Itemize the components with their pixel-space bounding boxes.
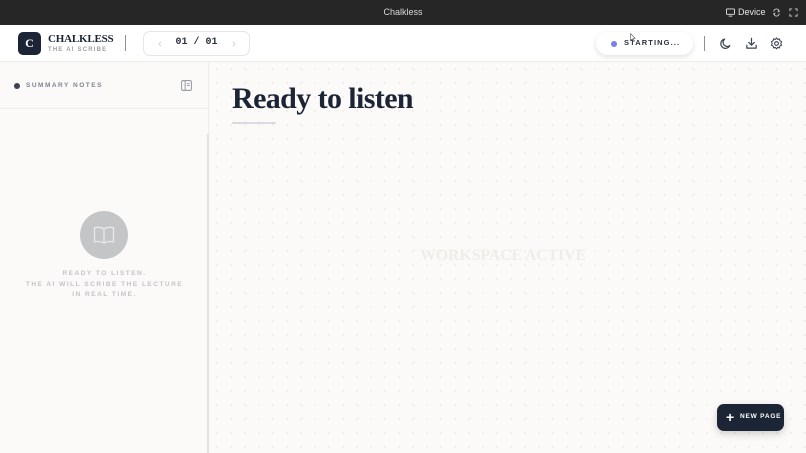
panel-icon[interactable] — [181, 80, 192, 91]
brand-name: CHALKLESS — [48, 33, 114, 45]
sidebar-header: SUMMARY NOTES — [0, 62, 209, 109]
window-title-bar: Chalkless Device — [0, 0, 806, 25]
brand-tagline: THE AI SCRIBE — [48, 47, 108, 53]
brand: CHALKLESS THE AI SCRIBE — [48, 33, 114, 53]
new-page-label: NEW PAGE — [740, 413, 782, 420]
device-button[interactable]: Device — [726, 0, 766, 25]
title-underline — [232, 122, 276, 124]
status-badge: STARTING... — [596, 32, 693, 55]
chevron-right-icon[interactable]: › — [229, 38, 239, 50]
status-dot — [611, 41, 617, 47]
empty-state-badge — [80, 211, 128, 259]
mouse-cursor-icon — [630, 33, 636, 42]
page-navigator: ‹ 01 / 01 › — [143, 31, 250, 56]
new-page-button[interactable]: + NEW PAGE — [717, 404, 784, 431]
empty-line-3: IN REAL TIME. — [72, 291, 137, 298]
workspace-watermark: WORKSPACE ACTIVE — [420, 247, 586, 264]
download-icon[interactable] — [745, 37, 758, 50]
empty-line-1: READY TO LISTEN. — [62, 270, 147, 277]
sidebar-section-label: SUMMARY NOTES — [26, 82, 103, 89]
summary-sidebar: SUMMARY NOTES READY TO LISTEN. THE AI WI… — [0, 62, 209, 453]
monitor-icon — [726, 8, 735, 17]
plus-icon: + — [726, 409, 735, 425]
window-title: Chalkless — [383, 7, 423, 17]
sync-icon[interactable] — [772, 8, 781, 17]
empty-state-message: READY TO LISTEN. THE AI WILL SCRIBE THE … — [0, 269, 209, 301]
app-header: C CHALKLESS THE AI SCRIBE ‹ 01 / 01 › ST… — [0, 25, 806, 62]
workspace-canvas[interactable]: Ready to listen WORKSPACE ACTIVE + NEW P… — [210, 62, 806, 453]
book-open-icon — [93, 226, 115, 244]
header-divider-right — [704, 36, 705, 51]
device-label: Device — [738, 7, 766, 17]
app-logo: C — [18, 32, 41, 55]
fullscreen-icon[interactable] — [789, 8, 798, 17]
section-dot — [14, 83, 20, 89]
gear-icon[interactable] — [770, 37, 783, 50]
page-title: Ready to listen — [232, 82, 414, 115]
header-divider — [125, 35, 126, 51]
moon-icon[interactable] — [720, 37, 733, 50]
empty-line-2: THE AI WILL SCRIBE THE LECTURE — [25, 280, 184, 288]
